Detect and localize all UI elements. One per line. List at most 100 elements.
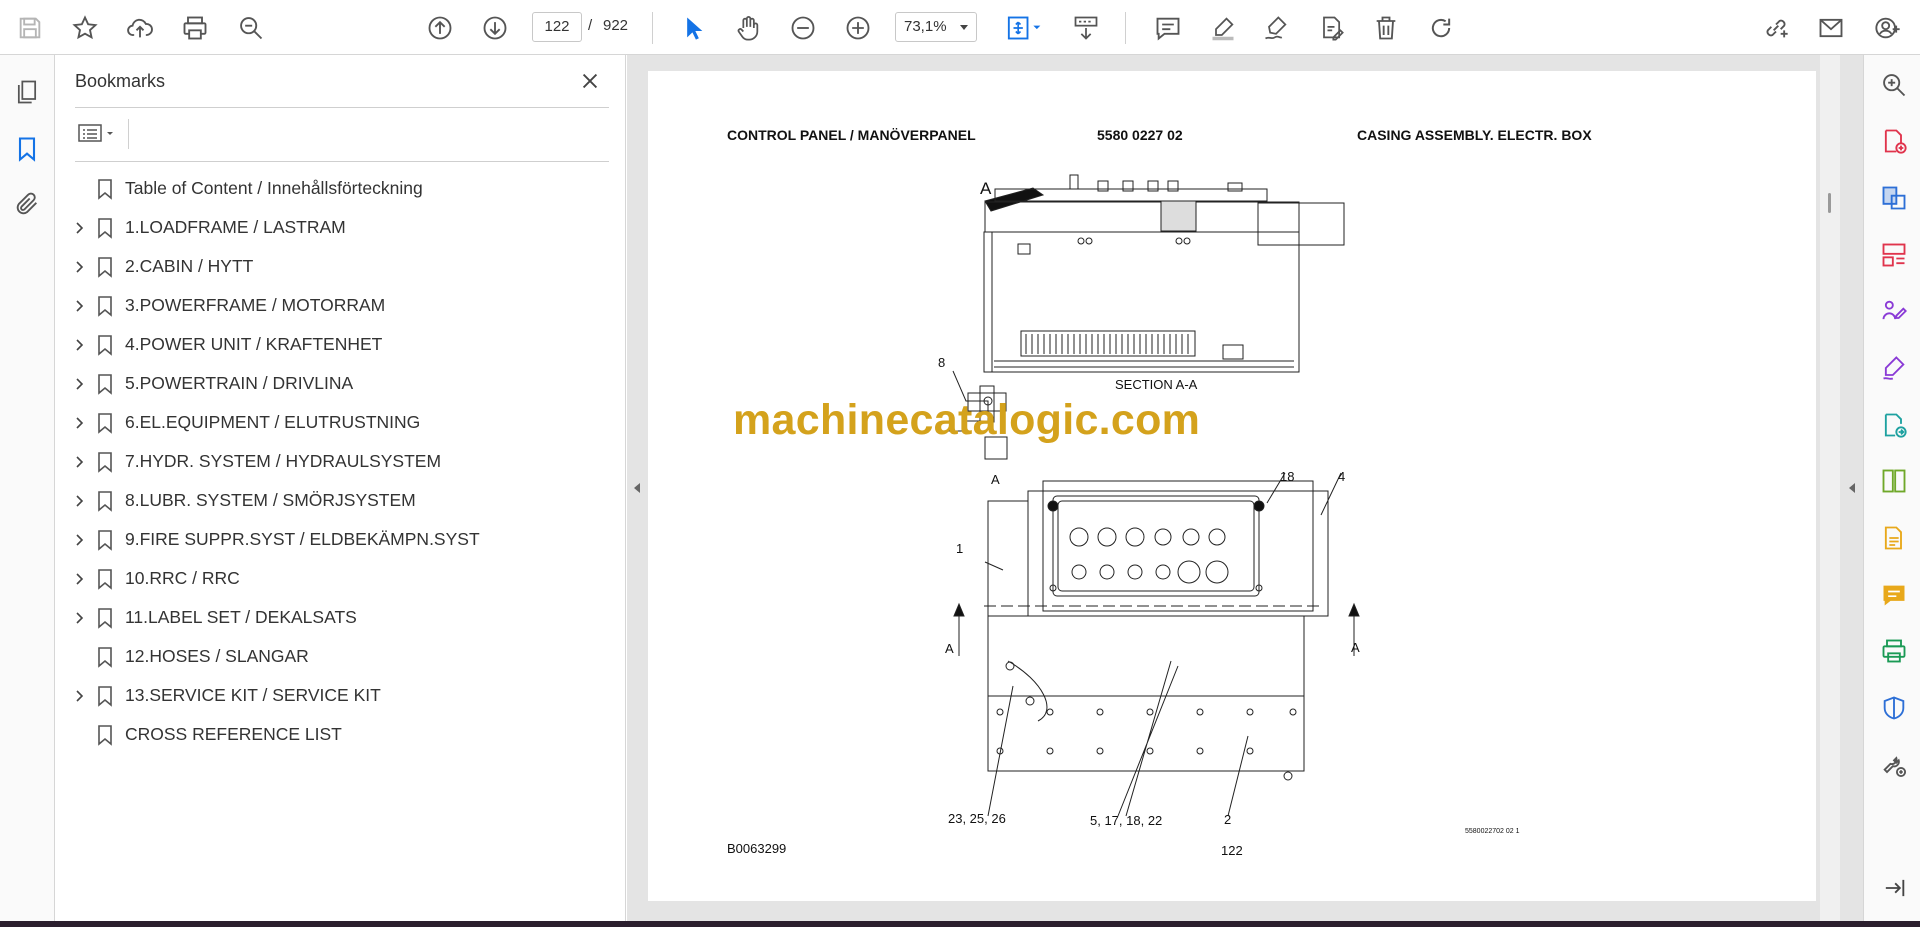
bookmark-label: 2.CABIN / HYTT: [125, 256, 254, 276]
bookmark-label: 9.FIRE SUPPR.SYST / ELDBEKÄMPN.SYST: [125, 529, 480, 549]
create-pdf-icon[interactable]: [1878, 125, 1910, 157]
account-icon[interactable]: [1870, 10, 1906, 46]
left-nav-rail: [0, 55, 55, 921]
bookmark-item[interactable]: 9.FIRE SUPPR.SYST / ELDBEKÄMPN.SYST: [56, 520, 626, 559]
chevron-right-icon[interactable]: [71, 610, 87, 626]
share-link-icon[interactable]: [1758, 10, 1794, 46]
callout-2: 2: [1224, 812, 1232, 827]
zoom-out-icon[interactable]: [785, 10, 821, 46]
chevron-right-icon[interactable]: [71, 688, 87, 704]
highlight-pen-icon[interactable]: [1205, 10, 1241, 46]
chevron-down-icon: [960, 25, 968, 30]
chevron-right-icon[interactable]: [71, 259, 87, 275]
bookmark-item[interactable]: 5.POWERTRAIN / DRIVLINA: [56, 364, 626, 403]
scroll-mode-icon[interactable]: [1068, 10, 1104, 46]
comment-icon[interactable]: [1150, 10, 1186, 46]
zoom-in-icon[interactable]: [840, 10, 876, 46]
bookmark-icon: [98, 412, 112, 434]
scrollbar-thumb[interactable]: [1828, 193, 1831, 213]
protect-shield-icon[interactable]: [1878, 692, 1910, 724]
page-total: 922: [603, 17, 629, 34]
right-tools-rail: [1863, 55, 1920, 921]
callout-23-25-26: 23, 25, 26: [948, 811, 1006, 826]
chevron-right-icon[interactable]: [71, 571, 87, 587]
callout-18: 18: [1280, 469, 1295, 484]
bookmark-icon: [98, 568, 112, 590]
vertical-scrollbar[interactable]: [1820, 55, 1840, 921]
doc-footer-page: 122: [1221, 843, 1243, 858]
bookmark-label: 8.LUBR. SYSTEM / SMÖRJSYSTEM: [125, 490, 416, 510]
bookmark-icon: [98, 490, 112, 512]
bookmark-item[interactable]: 3.POWERFRAME / MOTORRAM: [56, 286, 626, 325]
bookmark-item[interactable]: 11.LABEL SET / DEKALSATS: [56, 598, 626, 637]
compare-files-icon[interactable]: [1878, 465, 1910, 497]
chevron-right-icon[interactable]: [71, 298, 87, 314]
cloud-upload-icon[interactable]: [122, 10, 158, 46]
redo-icon[interactable]: [1423, 10, 1459, 46]
comment-tool-icon[interactable]: [1878, 579, 1910, 611]
fit-page-icon[interactable]: [1000, 10, 1048, 46]
divider: [75, 107, 609, 108]
chevron-right-icon[interactable]: [71, 493, 87, 509]
page-thumbnails-icon[interactable]: [10, 75, 44, 109]
expand-panel-icon[interactable]: [1878, 872, 1910, 904]
bookmark-item[interactable]: 12.HOSES / SLANGAR: [56, 637, 626, 676]
bookmark-icon: [98, 295, 112, 317]
page-number-input[interactable]: 122: [532, 12, 582, 42]
bookmark-icon: [98, 529, 112, 551]
export-pdf-icon[interactable]: [1878, 182, 1910, 214]
bookmark-icon: [98, 256, 112, 278]
print-icon[interactable]: [177, 10, 213, 46]
close-icon[interactable]: [576, 67, 604, 95]
bookmark-item[interactable]: 1.LOADFRAME / LASTRAM: [56, 208, 626, 247]
scan-ocr-icon[interactable]: [1878, 522, 1910, 554]
collapse-panel-left-icon[interactable]: [630, 478, 644, 498]
bookmark-options-menu[interactable]: [75, 118, 123, 148]
request-signatures-icon[interactable]: [1878, 295, 1910, 327]
bookmark-panel-icon[interactable]: [10, 132, 44, 166]
star-icon[interactable]: [67, 10, 103, 46]
bookmark-item[interactable]: 10.RRC / RRC: [56, 559, 626, 598]
send-for-review-icon[interactable]: [1878, 409, 1910, 441]
bookmark-item[interactable]: 4.POWER UNIT / KRAFTENHET: [56, 325, 626, 364]
more-tools-icon[interactable]: [1878, 749, 1910, 781]
bookmark-item[interactable]: 6.EL.EQUIPMENT / ELUTRUSTNING: [56, 403, 626, 442]
email-icon[interactable]: [1813, 10, 1849, 46]
bookmark-item[interactable]: 7.HYDR. SYSTEM / HYDRAULSYSTEM: [56, 442, 626, 481]
page-down-icon[interactable]: [477, 10, 513, 46]
edit-text-icon[interactable]: [1313, 10, 1349, 46]
zoom-search-icon[interactable]: [233, 10, 269, 46]
chevron-right-icon[interactable]: [71, 532, 87, 548]
draw-signature-icon[interactable]: [1258, 10, 1294, 46]
doc-footer-small: 5580022702 02 1: [1465, 828, 1520, 835]
bookmark-icon: [98, 217, 112, 239]
bookmark-icon: [98, 685, 112, 707]
chevron-right-icon[interactable]: [71, 220, 87, 236]
hand-tool-icon[interactable]: [730, 10, 766, 46]
bookmark-item[interactable]: Table of Content / Innehållsförteckning: [56, 169, 626, 208]
save-icon[interactable]: [12, 10, 48, 46]
collapse-panel-right-icon[interactable]: [1845, 478, 1859, 498]
toolbar-divider: [1125, 12, 1126, 44]
attachment-icon[interactable]: [10, 187, 44, 221]
chevron-right-icon[interactable]: [71, 376, 87, 392]
bookmark-label: 6.EL.EQUIPMENT / ELUTRUSTNING: [125, 412, 421, 432]
bookmark-item[interactable]: 8.LUBR. SYSTEM / SMÖRJSYSTEM: [56, 481, 626, 520]
chevron-right-icon[interactable]: [71, 337, 87, 353]
select-cursor-icon[interactable]: [675, 10, 711, 46]
print-production-icon[interactable]: [1878, 635, 1910, 667]
bookmark-item[interactable]: CROSS REFERENCE LIST: [56, 715, 626, 754]
trash-icon[interactable]: [1368, 10, 1404, 46]
zoom-select[interactable]: 73,1%: [895, 12, 977, 42]
chevron-right-icon[interactable]: [71, 415, 87, 431]
document-viewport[interactable]: CONTROL PANEL / MANÖVERPANEL 5580 0227 0…: [627, 55, 1863, 921]
fill-sign-icon[interactable]: [1878, 352, 1910, 384]
chevron-right-icon[interactable]: [71, 454, 87, 470]
bookmark-item[interactable]: 2.CABIN / HYTT: [56, 247, 626, 286]
section-label: SECTION A-A: [1115, 377, 1198, 392]
technical-drawing: [948, 174, 1360, 817]
page-up-icon[interactable]: [422, 10, 458, 46]
organize-pages-icon[interactable]: [1878, 239, 1910, 271]
bookmark-item[interactable]: 13.SERVICE KIT / SERVICE KIT: [56, 676, 626, 715]
zoom-tool-icon[interactable]: [1878, 69, 1910, 101]
